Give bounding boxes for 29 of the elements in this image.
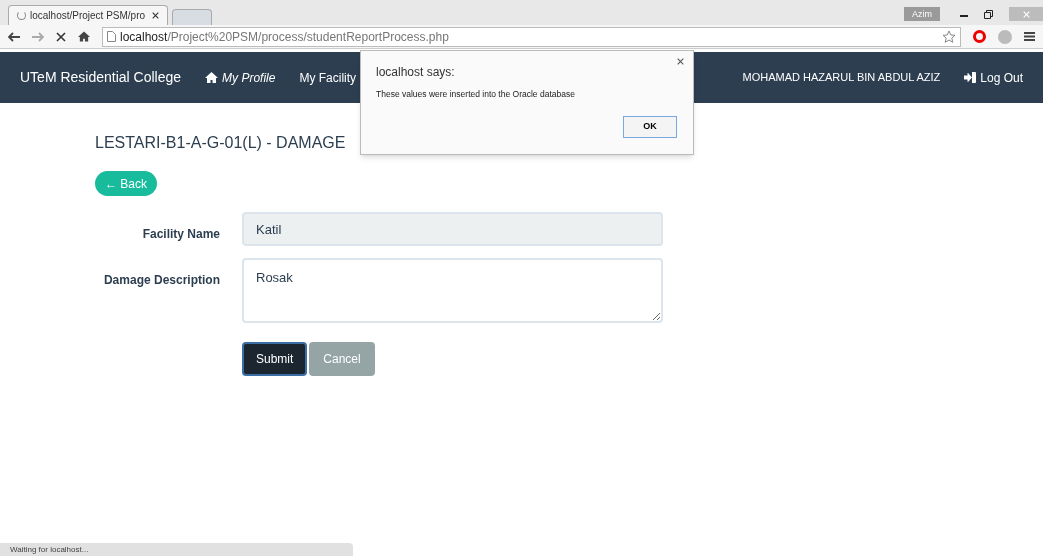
page-heading: LESTARI-B1-A-G-01(L) - DAMAGE <box>95 133 347 153</box>
logout-link[interactable]: Log Out <box>964 68 1023 87</box>
back-arrow-icon[interactable] <box>8 31 20 42</box>
close-icon[interactable] <box>152 12 159 19</box>
login-icon <box>964 72 977 83</box>
page-icon <box>107 31 116 42</box>
ok-button[interactable]: OK <box>623 116 677 138</box>
url-text: localhost/Project%20PSM/process/studentReportProcess.php <box>120 28 449 46</box>
nav-link[interactable]: My Profile <box>205 68 276 87</box>
home-icon <box>205 72 219 83</box>
tab-title: localhost/Project PSM/pro <box>30 9 146 23</box>
field-label: Damage Description <box>103 273 220 287</box>
description-field[interactable]: Rosak <box>242 258 663 323</box>
dialog-title: localhost says: <box>376 64 455 81</box>
star-icon[interactable] <box>942 29 956 44</box>
close-icon[interactable] <box>677 58 684 65</box>
status-bar: Waiting for localhost... <box>0 543 353 556</box>
dialog-message: These values were inserted into the Oracle database <box>376 88 575 101</box>
home-icon[interactable] <box>78 31 90 42</box>
brand-title[interactable]: UTeM Residential College <box>20 67 182 88</box>
field-label: Facility Name <box>142 227 220 241</box>
submit-button[interactable]: Submit <box>242 342 308 376</box>
address-bar[interactable]: localhost/Project%20PSM/process/studentReportProcess.php <box>102 26 961 47</box>
stop-icon[interactable] <box>56 31 66 42</box>
nav-link[interactable]: My Facility <box>299 68 357 87</box>
user-name[interactable]: MOHAMAD HAZARUL BIN ABDUL AZIZ <box>742 69 941 86</box>
menu-icon[interactable] <box>1024 31 1035 42</box>
restore-icon[interactable] <box>984 9 993 19</box>
browser-tab[interactable]: localhost/Project PSM/pro <box>8 5 168 25</box>
